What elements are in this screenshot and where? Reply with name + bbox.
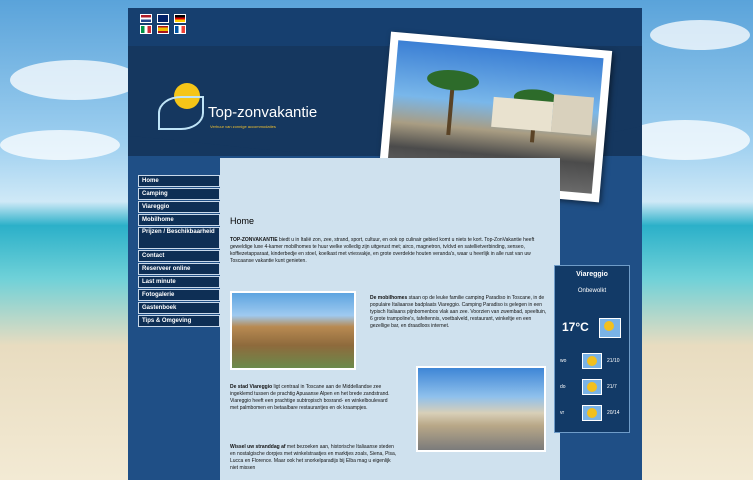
nav-prijzen[interactable]: Prijzen / Beschikbaarheid	[138, 227, 220, 249]
nav-contact[interactable]: Contact	[138, 250, 220, 262]
site-container: Top-zonvakantie Verhuur van zonnige acco…	[128, 8, 642, 480]
flag-es-icon[interactable]	[157, 25, 169, 34]
mobilhome-photo	[230, 291, 356, 370]
mobilhomes-paragraph: De mobilhomes staan op de leuke familie …	[370, 295, 550, 330]
forecast-temp: 20/14	[607, 410, 620, 416]
forecast-day: vr	[560, 410, 565, 416]
logo-title[interactable]: Top-zonvakantie	[208, 104, 317, 121]
sun-icon	[582, 405, 602, 421]
flag-nl-icon[interactable]	[140, 14, 152, 23]
trips-bold: Wissel uw stranddag af	[230, 444, 286, 450]
trips-paragraph: Wissel uw stranddag af met bezoeken aan,…	[230, 444, 400, 472]
intro-paragraph: TOP-ZONVAKANTIE biedt u in Italië zon, z…	[230, 237, 548, 265]
forecast-temp: 21/7	[607, 384, 617, 390]
nav-home[interactable]: Home	[138, 175, 220, 187]
nav-viareggio[interactable]: Viareggio	[138, 201, 220, 213]
cloud	[0, 130, 120, 160]
forecast-temp: 21/10	[607, 358, 620, 364]
sidebar-nav: Home Camping Viareggio Mobilhome Prijzen…	[138, 175, 220, 328]
sun-icon	[582, 353, 602, 369]
weather-condition: Onbewolkt	[577, 288, 607, 294]
content-area: Home TOP-ZONVAKANTIE biedt u in Italië z…	[220, 158, 560, 480]
nav-tips[interactable]: Tips & Omgeving	[138, 315, 220, 327]
sun-icon	[582, 379, 602, 395]
weather-widget: Viareggio Onbewolkt 17°C wo 21/10 do 21/…	[554, 265, 630, 433]
nav-reserveer[interactable]: Reserveer online	[138, 263, 220, 275]
nav-fotogalerie[interactable]: Fotogalerie	[138, 289, 220, 301]
viareggio-paragraph: De stad Viareggio ligt centraal in Tosca…	[230, 384, 390, 412]
viareggio-photo	[416, 366, 546, 452]
nav-last-minute[interactable]: Last minute	[138, 276, 220, 288]
nav-gastenboek[interactable]: Gastenboek	[138, 302, 220, 314]
page-title: Home	[230, 216, 255, 226]
nav-camping[interactable]: Camping	[138, 188, 220, 200]
logo-chair-icon	[158, 96, 204, 130]
viareggio-bold: De stad Viareggio	[230, 384, 273, 390]
cloud	[10, 60, 140, 100]
nav-mobilhome[interactable]: Mobilhome	[138, 214, 220, 226]
mobilhomes-bold: De mobilhomes	[370, 295, 408, 301]
top-bar	[128, 8, 642, 46]
logo-subtitle: Verhuur van zonnige accommodaties	[210, 124, 276, 129]
flag-it-icon[interactable]	[140, 25, 152, 34]
sun-icon	[599, 318, 621, 338]
intro-bold: TOP-ZONVAKANTIE	[230, 237, 278, 243]
flag-de-icon[interactable]	[174, 14, 186, 23]
cloud	[650, 20, 750, 50]
weather-temp: 17°C	[562, 320, 589, 334]
weather-city: Viareggio	[576, 271, 608, 278]
forecast-day: wo	[560, 358, 567, 364]
forecast-day: do	[560, 384, 566, 390]
flag-uk-icon[interactable]	[157, 14, 169, 23]
flag-fr-icon[interactable]	[174, 25, 186, 34]
